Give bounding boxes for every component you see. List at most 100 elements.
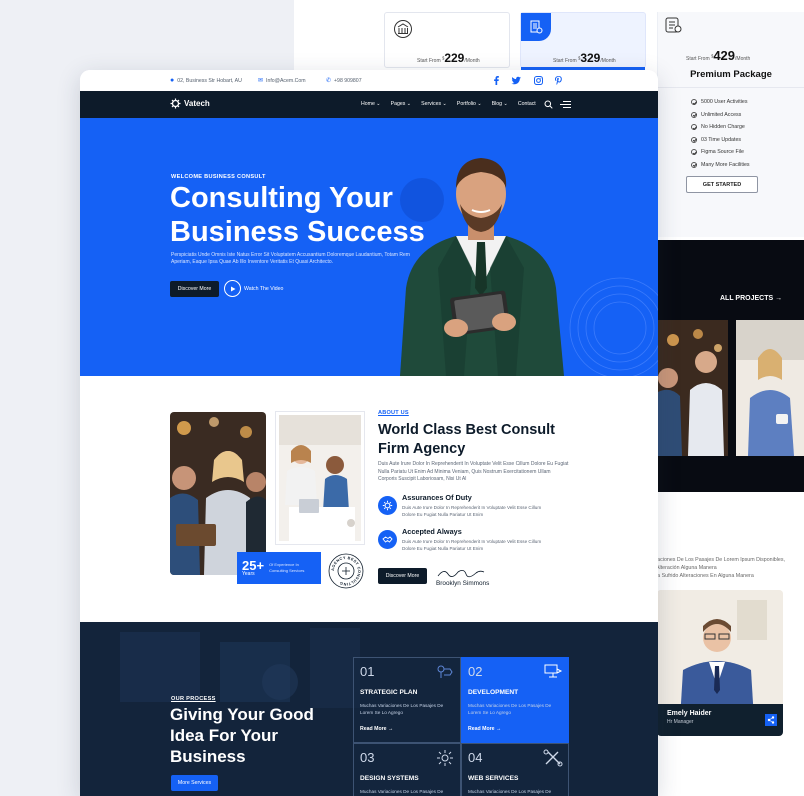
instagram-icon[interactable] [533,75,544,86]
feature-list: 5000 User Activities Unlimited Access No… [691,96,750,171]
get-started-button[interactable]: GET STARTED [686,176,758,193]
nav-item-pages[interactable]: Pages ⌄ [391,101,412,107]
more-services-button[interactable]: More Services [171,775,218,791]
feature-desc: Duis Aute Irure Dolor In Reprehenderit I… [402,539,542,551]
experience-badge: 25+ Years Of Experience In Consulting Se… [237,552,321,584]
agency-seal-icon: AGENCY BEST CONSULTING [328,553,364,589]
brand-logo[interactable]: Vatech [170,98,210,109]
project-image[interactable] [736,320,804,456]
bank-icon [391,17,415,41]
list-item: 5000 User Activities [691,96,750,109]
facebook-icon[interactable] [491,75,502,86]
strategy-icon [437,665,453,678]
feature-title: Assurances Of Duty [402,493,472,502]
play-video-icon[interactable] [224,280,241,297]
experience-number: 25+ [242,557,265,573]
package-icon [662,14,684,36]
twitter-icon[interactable] [511,75,522,86]
nav-item-portfolio[interactable]: Portfolio ⌄ [457,101,482,107]
pricing-card-basic[interactable]: Start From $229/Month [384,12,510,68]
list-item: 03 Time Updates [691,134,750,147]
read-more-link[interactable]: Read More → [360,726,393,732]
gear-logo-icon [170,98,181,109]
development-icon [544,664,563,678]
all-projects-link[interactable]: ALL PROJECTS → [720,295,782,302]
location-pin-icon: ● [170,77,175,84]
pricing-amount: 229 [444,51,465,65]
mail-icon: ✉ [258,78,264,84]
hamburger-menu-icon[interactable] [560,100,571,109]
team-name: Emely Haider [667,710,712,717]
pricing-amount: 329 [580,51,601,65]
divider [658,87,804,88]
hero-businessman-image [400,158,564,376]
watch-video-link[interactable]: Watch The Video [244,286,283,292]
nav-item-services[interactable]: Services ⌄ [421,101,447,107]
process-title: Giving Your Good Idea For Your Business [170,705,314,766]
check-icon [691,124,697,131]
check-icon [691,161,697,168]
list-item: No Hidden Charge [691,121,750,134]
package-title: Premium Package [690,69,772,80]
service-card-development[interactable]: 02 DEVELOPMENT Muchas Variaciones De Los… [461,657,569,743]
signature-image [437,570,485,578]
nav-menu: Home ⌄ Pages ⌄ Services ⌄ Portfolio ⌄ Bl… [361,101,536,107]
feature-item: Accepted Always Duis Aute Irure Dolor In… [378,527,568,557]
service-card-web-services[interactable]: 04 WEB SERVICES Muchas Variaciones De Lo… [461,743,569,796]
tools-icon [543,749,563,767]
phone-icon: ✆ [326,78,332,84]
hero-eyebrow: WELCOME BUSINESS CONSULT [171,174,266,180]
pricing-amount: 429 [713,48,736,63]
search-icon[interactable] [544,100,553,109]
nav-item-blog[interactable]: Blog ⌄ [492,101,508,107]
service-desc: Muchas Variaciones De Los Pasajes De [468,789,552,794]
partial-text: iaciones De Los Pasajes De Lorem Ipsum D… [656,557,785,579]
main-navbar: Vatech Home ⌄ Pages ⌄ Services ⌄ Portfol… [80,91,658,118]
list-item: Many More Facilities [691,159,750,172]
arrow-right-icon: → [775,295,783,302]
service-card-design-systems[interactable]: 03 DESIGN SYSTEMS Muchas Variaciones De … [353,743,461,796]
discover-more-button[interactable]: Discover More [170,281,219,297]
pricing-card-standard[interactable]: Start From $329/Month [520,12,646,72]
pricing-card-premium: Start From $429/Month Premium Package 50… [657,12,804,237]
service-desc: Muchas Variaciones De Los Pasajes De [360,789,444,794]
list-item: Figma Source File [691,146,750,159]
about-image-meeting [276,412,364,544]
service-desc: Muchas Variaciones De Los Pasajes De Lor… [360,703,444,715]
feature-item: Assurances Of Duty Duis Aute Irure Dolor… [378,493,568,523]
about-image-team [170,412,266,575]
phone-link[interactable]: +98 909807 [334,78,362,84]
check-icon [691,99,697,106]
signature-name: Brooklyn Simmons [436,580,490,587]
about-discover-button[interactable]: Discover More [378,568,427,584]
shield-gear-icon [378,496,397,515]
service-card-strategic-plan[interactable]: 01 STRATEGIC PLAN Muchas Variaciones De … [353,657,461,743]
document-icon [521,13,551,41]
service-desc: Muchas Variaciones De Los Pasajes De Lor… [468,703,552,715]
service-title: STRATEGIC PLAN [360,689,418,696]
pinterest-icon[interactable] [553,75,564,86]
process-eyebrow: OUR PROCESS [171,696,216,702]
check-icon [691,136,697,143]
about-section: 25+ Years Of Experience In Consulting Se… [80,376,658,622]
service-title: WEB SERVICES [468,775,519,782]
read-more-link[interactable]: Read More → [468,726,501,732]
hero-section: WELCOME BUSINESS CONSULT Consulting Your… [80,118,658,376]
about-body: Duis Aute Irure Dolor In Reprehenderit I… [378,461,569,483]
share-icon[interactable] [765,714,777,726]
feature-title: Accepted Always [402,527,462,536]
nav-item-contact[interactable]: Contact [518,101,536,107]
email-link[interactable]: Info@Acem.Com [266,78,306,84]
feature-desc: Duis Aute Irure Dolor In Reprehenderit I… [402,505,542,517]
address-text: 02, Business Str Hobart, AU [177,77,242,84]
project-image[interactable] [658,320,728,456]
brand-name: Vatech [184,99,210,108]
check-icon [691,149,697,156]
list-item: Unlimited Access [691,109,750,122]
top-info-bar: ● 02, Business Str Hobart, AU ✉ Info@Ace… [80,70,658,91]
design-system-icon [437,750,453,766]
about-tag: ABOUT US [378,410,409,416]
team-member-card[interactable]: Emely Haider Hr Manager [657,590,783,736]
experience-text: Of Experience In Consulting Services [269,562,305,573]
nav-item-home[interactable]: Home ⌄ [361,101,381,107]
